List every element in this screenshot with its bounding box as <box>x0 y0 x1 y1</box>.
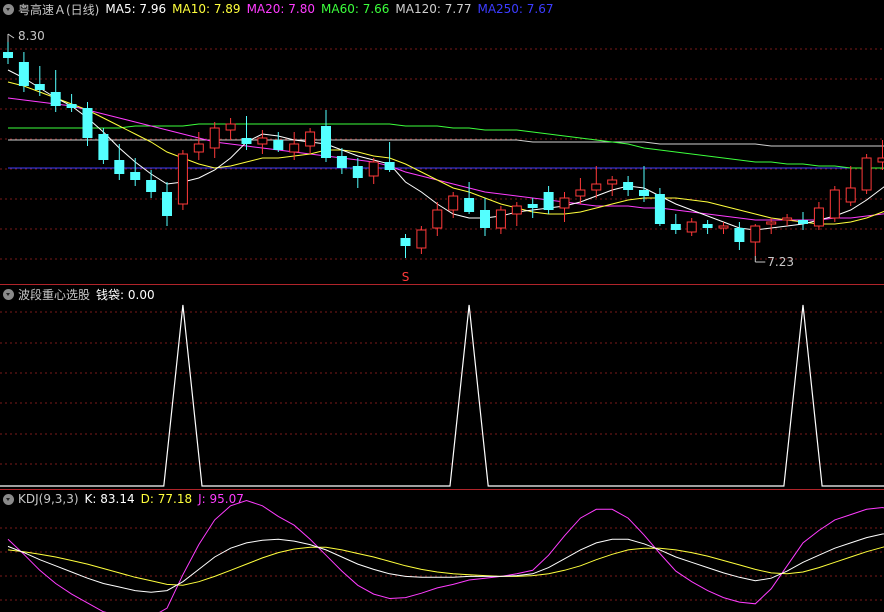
stock-title: 粤高速Ａ(日线) <box>18 2 100 17</box>
ma250-label: MA250: 7.67 <box>477 2 554 16</box>
ma120-line <box>8 139 884 147</box>
wave-title: 波段重心选股 <box>18 287 91 302</box>
candle-body <box>400 238 411 246</box>
ma20-line <box>7 97 884 221</box>
ma10-label: MA10: 7.89 <box>172 2 241 16</box>
candle-body <box>289 143 300 153</box>
candle-body <box>34 84 45 90</box>
candle-body <box>607 179 618 185</box>
candle-body <box>718 225 729 229</box>
candle-body <box>511 205 522 215</box>
candle-body <box>384 162 395 170</box>
candle-body <box>66 104 77 108</box>
candle-body <box>336 156 347 168</box>
candle-body <box>130 172 141 180</box>
kdj-legend: KDJ(9,3,3) K: 83.14 D: 77.18 J: 95.07 <box>0 490 250 508</box>
main-legend: 粤高速Ａ(日线) MA5: 7.96 MA10: 7.89 MA20: 7.80… <box>0 0 560 18</box>
ma120-label: MA120: 7.77 <box>395 2 472 16</box>
candle-body <box>146 180 157 192</box>
kdj-j-label: J: 95.07 <box>198 492 244 506</box>
candle-body <box>686 221 697 233</box>
candle-body <box>559 197 570 209</box>
candlestick-chart: 8.307.23S财 <box>0 29 884 284</box>
candle-body <box>241 138 252 144</box>
candle-body <box>432 209 443 229</box>
high-price-label: 8.30 <box>18 29 45 43</box>
candle-body <box>114 160 125 174</box>
wave-indicator-chart <box>0 304 884 487</box>
candle-body <box>639 190 649 196</box>
ma5-line <box>7 69 884 231</box>
candle-body <box>416 229 427 249</box>
candle-body <box>575 189 586 197</box>
candle-body <box>861 157 872 191</box>
candle-body <box>321 126 331 158</box>
chevron-down-icon[interactable] <box>3 3 14 15</box>
candle-body <box>654 194 665 224</box>
ma5-label: MA5: 7.96 <box>105 2 167 16</box>
candle-body <box>623 182 634 190</box>
candle-body <box>368 161 379 177</box>
candle-body <box>98 134 109 160</box>
candle-body <box>782 217 793 221</box>
ma20-label: MA20: 7.80 <box>246 2 315 16</box>
candle-body <box>177 153 188 205</box>
candle-body <box>193 143 204 153</box>
candle-body <box>750 225 761 243</box>
kdj-k-line <box>7 533 884 593</box>
candle-body <box>829 189 840 219</box>
chevron-down-icon[interactable] <box>3 288 14 300</box>
kdj-d-label: D: 77.18 <box>140 492 193 506</box>
candle-body <box>845 187 856 203</box>
kdj-title: KDJ(9,3,3) <box>18 492 79 506</box>
ma60-label: MA60: 7.66 <box>321 2 390 16</box>
candle-body <box>352 166 363 178</box>
chevron-down-icon[interactable] <box>3 493 14 505</box>
kdj-chart <box>0 499 884 612</box>
candle-body <box>543 192 554 210</box>
candle-body <box>813 207 824 227</box>
candle-body <box>798 220 808 224</box>
candle-body <box>591 183 602 191</box>
ma10-line <box>7 81 884 225</box>
candle-body <box>50 92 61 106</box>
candle-body <box>18 62 29 86</box>
candle-body <box>162 192 172 216</box>
candle-body <box>448 195 459 211</box>
candle-body <box>702 224 713 228</box>
ma60-line <box>8 123 884 169</box>
wave-panel: 波段重心选股 钱袋: 0.00 <box>0 285 884 489</box>
wave-line <box>0 304 884 487</box>
candle-body <box>225 123 236 131</box>
wave-legend: 波段重心选股 钱袋: 0.00 <box>0 285 161 303</box>
kdj-k-label: K: 83.14 <box>84 492 135 506</box>
candle-body <box>257 137 268 145</box>
signal-s-marker: S <box>402 270 410 284</box>
candle-body <box>495 209 506 229</box>
candle-body <box>766 221 777 225</box>
high-marker-arrow <box>7 33 15 39</box>
kdj-panel: KDJ(9,3,3) K: 83.14 D: 77.18 J: 95.07 <box>0 490 884 612</box>
kdj-j-line <box>7 499 884 612</box>
candle-body <box>209 127 220 149</box>
candle-body <box>527 204 538 208</box>
candle-body <box>734 228 745 242</box>
candle-body <box>273 140 284 150</box>
wave-value-label: 钱袋: 0.00 <box>96 287 155 302</box>
candle-body <box>877 157 884 163</box>
candle-body <box>480 210 490 228</box>
candle-body <box>464 198 475 212</box>
main-panel: 8.307.23S财 粤高速Ａ(日线) MA5: 7.96 MA10: 7.89… <box>0 0 884 284</box>
low-price-label: 7.23 <box>767 255 794 269</box>
candle-body <box>305 131 316 147</box>
candle-body <box>670 224 681 230</box>
candle-body <box>82 108 93 138</box>
candle-body <box>3 52 13 58</box>
